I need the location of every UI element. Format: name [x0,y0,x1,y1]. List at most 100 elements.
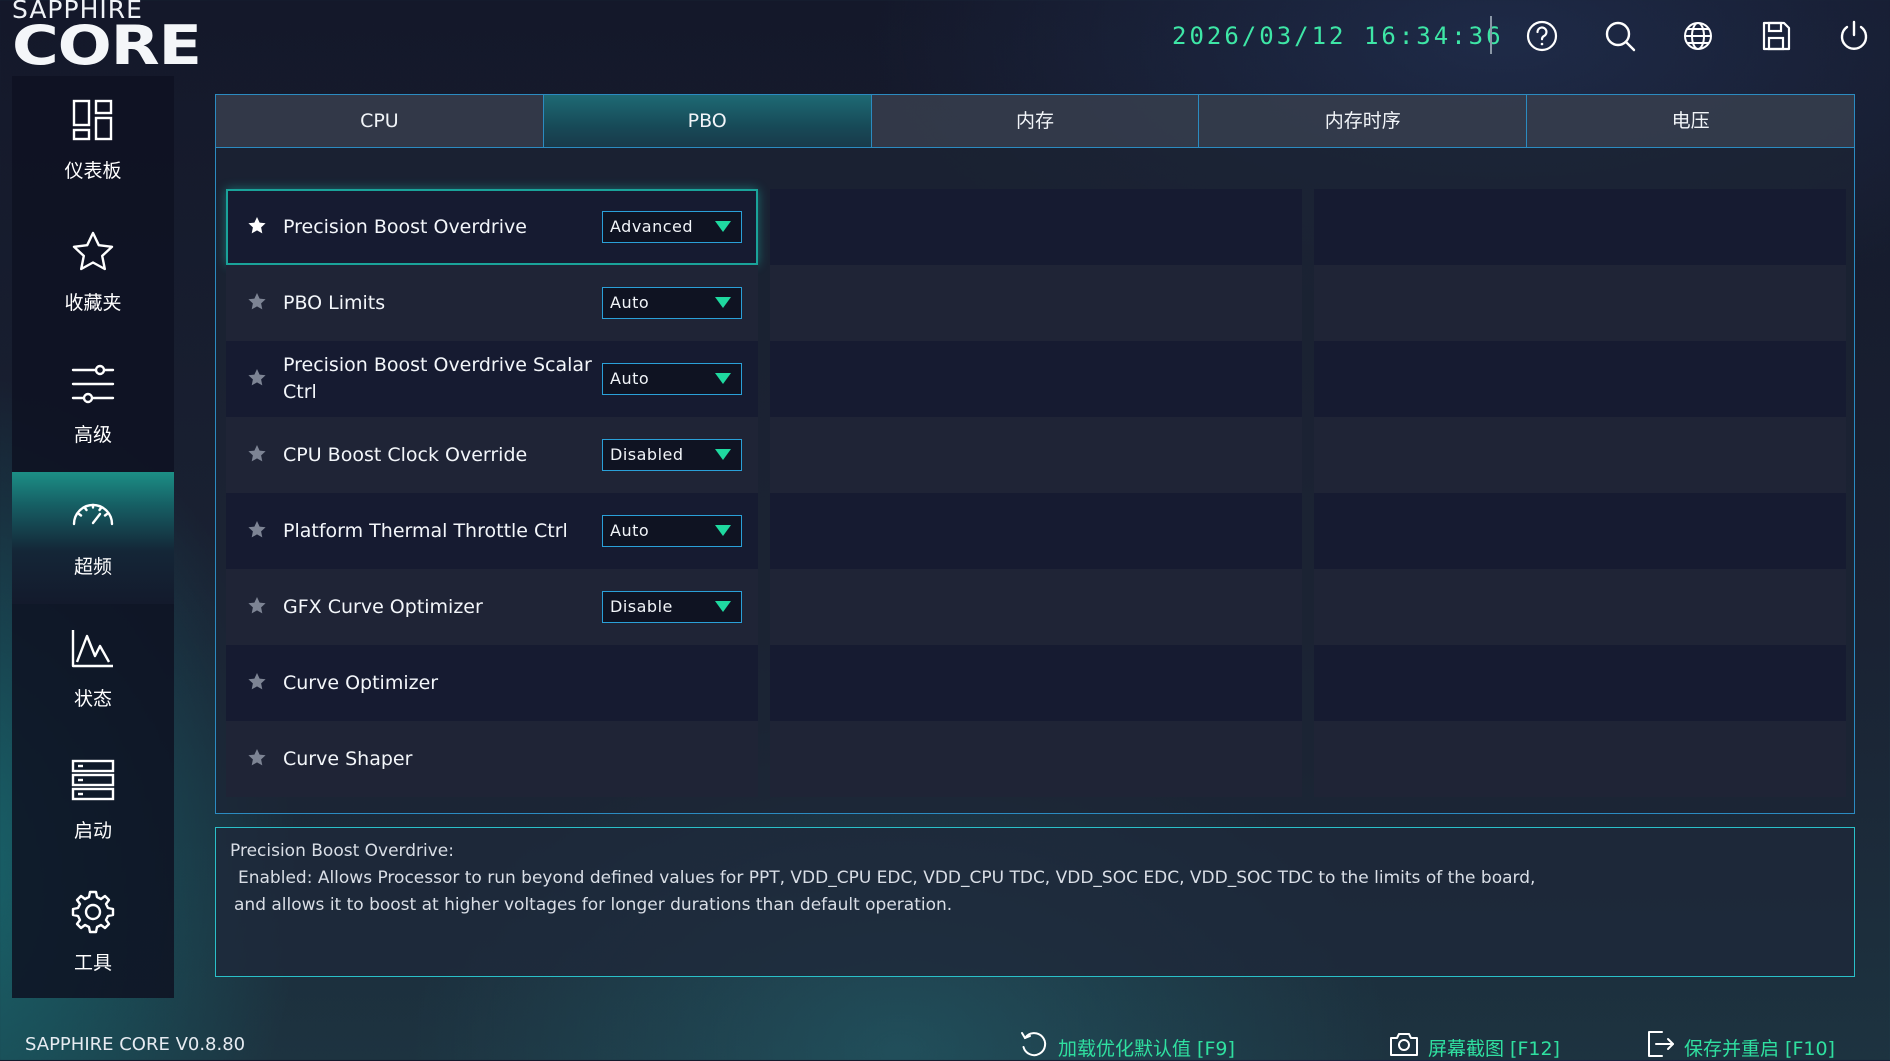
camera-icon [1390,1033,1418,1056]
sapphire-core-logo: SAPPHIRE CORE [12,0,217,74]
reload-icon [1021,1032,1047,1057]
tab-bar: CPU PBO 内存 内存时序 电压 [215,94,1855,148]
dropdown-arrow-icon [715,601,731,612]
sidebar: 仪表板 收藏夹 高级 超频 状态 启动 工具 [12,76,174,998]
setting-label: GFX Curve Optimizer [283,595,483,618]
favorite-star-icon[interactable] [246,519,268,541]
setting-label: PBO Limits [283,291,386,314]
setting-dropdown[interactable]: Advanced [602,211,742,243]
gear-icon [71,890,115,934]
sidebar-item-label: 仪表板 [64,160,122,182]
dropdown-arrow-icon [715,449,731,460]
version-label: SAPPHIRE CORE V0.8.80 [25,1034,246,1055]
setting-row-curve-optimizer[interactable]: Curve Optimizer [226,645,758,721]
empty-cell [1314,341,1846,417]
empty-cell [1314,417,1846,493]
setting-label: Curve Optimizer [283,671,439,694]
dropdown-arrow-icon [715,525,731,536]
description-line: and allows it to boost at higher voltage… [234,895,953,915]
empty-cell [770,189,1302,265]
power-icon[interactable] [1834,16,1874,56]
search-icon[interactable] [1600,16,1640,56]
empty-cell [770,341,1302,417]
screenshot-label: 屏幕截图 [F12] [1428,1038,1560,1060]
setting-row-pbo-limits[interactable]: PBO Limits Auto [226,265,758,341]
sidebar-item-boot[interactable]: 启动 [12,736,174,868]
logo-text-main: CORE [12,14,202,77]
setting-row-pbo[interactable]: Precision Boost Overdrive Advanced [226,189,758,265]
setting-row-curve-shaper[interactable]: Curve Shaper [226,721,758,797]
empty-cell [1314,493,1846,569]
empty-cell [1314,645,1846,721]
empty-cell [1314,189,1846,265]
sidebar-item-label: 工具 [73,952,112,974]
save-icon[interactable] [1756,16,1796,56]
favorite-star-icon[interactable] [246,443,268,465]
speedometer-icon [72,503,114,526]
star-icon [72,231,114,271]
chart-icon [71,630,113,668]
sidebar-item-label: 启动 [73,820,112,842]
favorite-star-icon[interactable] [246,747,268,769]
setting-dropdown[interactable]: Auto [602,363,742,395]
description-title: Precision Boost Overdrive: [230,841,454,861]
setting-row-thermal-throttle[interactable]: Platform Thermal Throttle Ctrl Auto [226,493,758,569]
sidebar-item-label: 状态 [73,688,112,710]
empty-cell [770,569,1302,645]
setting-row-gfx-curve-optimizer[interactable]: GFX Curve Optimizer Disable [226,569,758,645]
setting-dropdown[interactable]: Disabled [602,439,742,471]
datetime-display: 2026/03/12 16:34:36 [1172,22,1504,50]
empty-cell [1314,265,1846,341]
boot-list-icon [71,759,115,801]
empty-cell [1314,721,1846,797]
save-and-reboot-label: 保存并重启 [F10] [1684,1038,1835,1060]
exit-icon [1648,1031,1674,1057]
sidebar-item-favorites[interactable]: 收藏夹 [12,208,174,340]
favorite-star-icon[interactable] [246,215,268,237]
setting-dropdown[interactable]: Auto [602,515,742,547]
sidebar-item-tools[interactable]: 工具 [12,868,174,1000]
empty-cell [770,645,1302,721]
globe-icon[interactable] [1678,16,1718,56]
sidebar-item-status[interactable]: 状态 [12,604,174,736]
tab-pbo[interactable]: PBO [543,95,872,147]
tab-voltage[interactable]: 电压 [1527,95,1854,147]
dropdown-arrow-icon [715,373,731,384]
setting-row-pbo-scalar[interactable]: Precision Boost Overdrive Scalar Ctrl Au… [226,341,758,417]
setting-label: Platform Thermal Throttle Ctrl [283,519,568,542]
favorite-star-icon[interactable] [246,291,268,313]
load-defaults-label: 加载优化默认值 [F9] [1058,1038,1235,1060]
dashboard-icon [72,99,113,141]
setting-dropdown[interactable]: Auto [602,287,742,319]
dropdown-value: Disable [610,597,673,616]
sidebar-item-label: 高级 [73,424,112,446]
sidebar-item-label: 收藏夹 [64,292,122,314]
sidebar-item-dashboard[interactable]: 仪表板 [12,76,174,208]
setting-label: Precision Boost Overdrive Scalar Ctrl [283,354,592,403]
empty-cell [1314,569,1846,645]
setting-dropdown[interactable]: Disable [602,591,742,623]
favorite-star-icon[interactable] [246,595,268,617]
setting-label: Precision Boost Overdrive [283,215,527,238]
dropdown-value: Auto [610,369,650,388]
sidebar-item-overclock[interactable]: 超频 [12,472,174,604]
dropdown-value: Advanced [610,217,694,236]
dropdown-value: Auto [610,521,650,540]
empty-cell [770,417,1302,493]
empty-cell [770,493,1302,569]
favorite-star-icon[interactable] [246,671,268,693]
description-line: Enabled: Allows Processor to run beyond … [238,868,1536,888]
sidebar-item-advanced[interactable]: 高级 [12,340,174,472]
sliders-icon [71,364,115,404]
dropdown-value: Disabled [610,445,684,464]
empty-cell [770,265,1302,341]
setting-label: Curve Shaper [283,747,413,770]
tab-memory[interactable]: 内存 [872,95,1200,147]
header: SAPPHIRE CORE 2026/03/12 16:34:36 [0,0,1890,76]
favorite-star-icon[interactable] [246,367,268,389]
tab-cpu[interactable]: CPU [216,95,544,147]
help-icon[interactable] [1522,16,1562,56]
tab-memory-timing[interactable]: 内存时序 [1199,95,1528,147]
dropdown-arrow-icon [715,221,731,232]
setting-row-cpu-boost-clock-override[interactable]: CPU Boost Clock Override Disabled [226,417,758,493]
